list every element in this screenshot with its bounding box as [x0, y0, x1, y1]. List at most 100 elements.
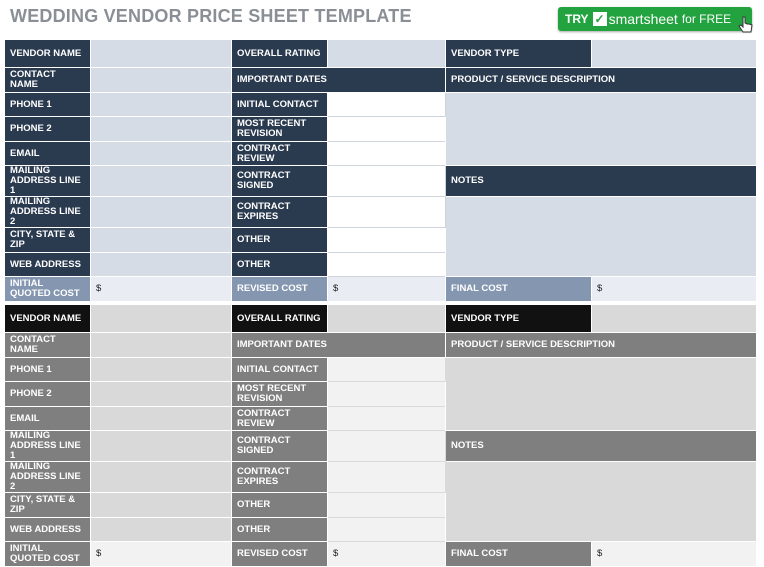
mailing1-label: MAILING ADDRESS LINE 1: [4, 165, 91, 197]
vendor-sheet-1: VENDOR NAME OVERALL RATING VENDOR TYPE C…: [4, 39, 757, 302]
important-dates-label: IMPORTANT DATES: [231, 332, 446, 358]
other2-label: OTHER: [231, 252, 328, 277]
free-label: for FREE: [681, 12, 732, 26]
phone2-label: PHONE 2: [4, 116, 91, 142]
product-description-input[interactable]: [445, 92, 757, 166]
overall-rating-input[interactable]: [327, 39, 446, 68]
vendor-name-input[interactable]: [90, 39, 232, 68]
email-input[interactable]: [90, 406, 232, 431]
mailing2-input[interactable]: [90, 461, 232, 493]
final-cost-label: FINAL COST: [445, 541, 592, 567]
vendor-sheet-2: VENDOR NAME OVERALL RATING VENDOR TYPE C…: [4, 304, 757, 567]
other1-input[interactable]: [327, 227, 446, 253]
email-input[interactable]: [90, 141, 232, 166]
initial-cost-input[interactable]: $: [90, 276, 232, 302]
contract-review-label: CONTRACT REVIEW: [231, 406, 328, 431]
contract-expires-input[interactable]: [327, 461, 446, 493]
other1-input[interactable]: [327, 492, 446, 518]
contact-name-input[interactable]: [90, 332, 232, 358]
mailing1-input[interactable]: [90, 430, 232, 462]
contract-expires-label: CONTRACT EXPIRES: [231, 461, 328, 493]
mailing1-label: MAILING ADDRESS LINE 1: [4, 430, 91, 462]
revised-cost-input[interactable]: $: [327, 276, 446, 302]
other2-label: OTHER: [231, 517, 328, 542]
city-input[interactable]: [90, 492, 232, 518]
vendor-name-input[interactable]: [90, 304, 232, 333]
vendor-type-input[interactable]: [591, 304, 757, 333]
final-cost-input[interactable]: $: [591, 541, 757, 567]
vendor-type-input[interactable]: [591, 39, 757, 68]
email-label: EMAIL: [4, 406, 91, 431]
notes-label: NOTES: [445, 165, 757, 197]
page-title: WEDDING VENDOR PRICE SHEET TEMPLATE: [10, 6, 412, 26]
mailing2-input[interactable]: [90, 196, 232, 228]
initial-contact-input[interactable]: [327, 92, 446, 117]
checkmark-icon: ✓: [592, 12, 607, 26]
overall-rating-label: OVERALL RATING: [231, 39, 328, 68]
contract-expires-input[interactable]: [327, 196, 446, 228]
contract-signed-input[interactable]: [327, 430, 446, 462]
vendor-name-label: VENDOR NAME: [4, 304, 91, 333]
initial-cost-label: INITIAL QUOTED COST: [4, 541, 91, 567]
mailing2-label: MAILING ADDRESS LINE 2: [4, 196, 91, 228]
most-recent-revision-input[interactable]: [327, 381, 446, 407]
try-label: TRY: [565, 12, 589, 26]
most-recent-revision-label: MOST RECENT REVISION: [231, 381, 328, 407]
web-address-label: WEB ADDRESS: [4, 517, 91, 542]
overall-rating-input[interactable]: [327, 304, 446, 333]
initial-contact-label: INITIAL CONTACT: [231, 357, 328, 382]
final-cost-label: FINAL COST: [445, 276, 592, 302]
web-address-label: WEB ADDRESS: [4, 252, 91, 277]
vendor-type-label: VENDOR TYPE: [445, 304, 592, 333]
contract-signed-label: CONTRACT SIGNED: [231, 165, 328, 197]
overall-rating-label: OVERALL RATING: [231, 304, 328, 333]
initial-contact-input[interactable]: [327, 357, 446, 382]
revised-cost-label: REVISED COST: [231, 541, 328, 567]
notes-label: NOTES: [445, 430, 757, 462]
phone2-input[interactable]: [90, 116, 232, 142]
notes-input[interactable]: [445, 196, 757, 277]
other1-label: OTHER: [231, 227, 328, 253]
mailing2-label: MAILING ADDRESS LINE 2: [4, 461, 91, 493]
email-label: EMAIL: [4, 141, 91, 166]
initial-cost-label: INITIAL QUOTED COST: [4, 276, 91, 302]
phone1-input[interactable]: [90, 357, 232, 382]
city-label: CITY, STATE & ZIP: [4, 492, 91, 518]
other1-label: OTHER: [231, 492, 328, 518]
notes-input[interactable]: [445, 461, 757, 542]
contract-review-label: CONTRACT REVIEW: [231, 141, 328, 166]
city-label: CITY, STATE & ZIP: [4, 227, 91, 253]
web-address-input[interactable]: [90, 517, 232, 542]
vendor-name-label: VENDOR NAME: [4, 39, 91, 68]
initial-cost-input[interactable]: $: [90, 541, 232, 567]
contract-review-input[interactable]: [327, 141, 446, 166]
final-cost-input[interactable]: $: [591, 276, 757, 302]
contract-signed-input[interactable]: [327, 165, 446, 197]
phone2-label: PHONE 2: [4, 381, 91, 407]
phone1-label: PHONE 1: [4, 92, 91, 117]
try-smartsheet-button[interactable]: TRY ✓ smartsheet for FREE: [558, 7, 752, 31]
product-description-label: PRODUCT / SERVICE DESCRIPTION: [445, 67, 757, 93]
phone1-label: PHONE 1: [4, 357, 91, 382]
contract-review-input[interactable]: [327, 406, 446, 431]
initial-contact-label: INITIAL CONTACT: [231, 92, 328, 117]
phone2-input[interactable]: [90, 381, 232, 407]
web-address-input[interactable]: [90, 252, 232, 277]
product-description-label: PRODUCT / SERVICE DESCRIPTION: [445, 332, 757, 358]
contact-name-label: CONTACT NAME: [4, 332, 91, 358]
product-description-input[interactable]: [445, 357, 757, 431]
smartsheet-brand: smartsheet: [608, 11, 678, 27]
mailing1-input[interactable]: [90, 165, 232, 197]
phone1-input[interactable]: [90, 92, 232, 117]
other2-input[interactable]: [327, 252, 446, 277]
other2-input[interactable]: [327, 517, 446, 542]
most-recent-revision-input[interactable]: [327, 116, 446, 142]
vendor-type-label: VENDOR TYPE: [445, 39, 592, 68]
revised-cost-input[interactable]: $: [327, 541, 446, 567]
hand-cursor-icon: [738, 16, 753, 33]
contract-signed-label: CONTRACT SIGNED: [231, 430, 328, 462]
city-input[interactable]: [90, 227, 232, 253]
revised-cost-label: REVISED COST: [231, 276, 328, 302]
important-dates-label: IMPORTANT DATES: [231, 67, 446, 93]
contact-name-input[interactable]: [90, 67, 232, 93]
